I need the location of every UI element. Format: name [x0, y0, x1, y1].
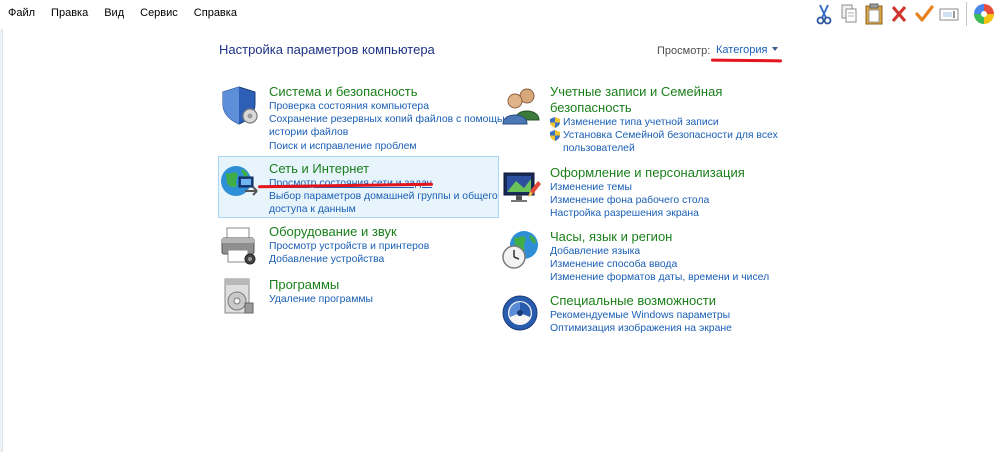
link-family-safety-cont[interactable]: пользователей	[550, 142, 778, 155]
network-globe-icon	[221, 166, 258, 196]
printer-icon	[221, 227, 256, 265]
category-text: Сеть и Интернет Просмотр состояния сети …	[269, 161, 498, 217]
users-icon	[502, 88, 540, 125]
extra-button[interactable]	[972, 2, 996, 26]
uac-shield-icon	[550, 130, 560, 142]
link-homegroup[interactable]: Выбор параметров домашней группы и общег…	[269, 190, 498, 203]
check-icon	[915, 5, 934, 22]
category-title-programs[interactable]: Программы	[269, 277, 373, 293]
red-annotation-underline	[710, 58, 783, 63]
menu-help[interactable]: Справка	[194, 7, 237, 19]
flower-icon	[974, 4, 994, 24]
link-change-theme[interactable]: Изменение темы	[550, 181, 745, 194]
scissors-icon	[816, 4, 832, 25]
menu-service[interactable]: Сервис	[140, 7, 178, 19]
category-text: Программы Удаление программы	[269, 277, 373, 306]
link-date-formats[interactable]: Изменение форматов даты, времени и чисел	[550, 271, 769, 284]
link-family-safety[interactable]: Установка Семейной безопасности для всех	[550, 129, 778, 142]
link-change-account-type[interactable]: Изменение типа учетной записи	[550, 116, 778, 129]
category-text: Часы, язык и регион Добавление языка Изм…	[550, 229, 769, 285]
link-change-account-type-text: Изменение типа учетной записи	[563, 117, 719, 128]
category-title-network[interactable]: Сеть и Интернет	[269, 161, 498, 177]
copy-icon	[841, 4, 857, 23]
view-dropdown[interactable]: Категория	[716, 44, 779, 56]
category-title-access[interactable]: Специальные возможности	[550, 293, 732, 309]
category-title-clock[interactable]: Часы, язык и регион	[550, 229, 769, 245]
page-title: Настройка параметров компьютера	[219, 42, 435, 57]
link-backup-files[interactable]: Сохранение резервных копий файлов с помо…	[269, 113, 510, 126]
menu-file[interactable]: Файл	[8, 7, 35, 19]
link-uninstall-program[interactable]: Удаление программы	[269, 293, 373, 306]
globe-clock-icon	[502, 231, 538, 269]
copy-button[interactable]	[837, 2, 861, 26]
rename-button[interactable]	[937, 2, 961, 26]
link-add-language[interactable]: Добавление языка	[550, 245, 769, 258]
uac-shield-icon	[550, 117, 560, 128]
monitor-personalize-icon	[503, 172, 541, 202]
category-text: Специальные возможности Рекомендуемые Wi…	[550, 293, 732, 335]
category-title-accounts[interactable]: Учетные записи и Семейная безопасность	[550, 84, 778, 116]
link-check-computer[interactable]: Проверка состояния компьютера	[269, 100, 510, 113]
link-recommended-settings[interactable]: Рекомендуемые Windows параметры	[550, 309, 732, 322]
link-family-safety-text: Установка Семейной безопасности для всех	[563, 130, 778, 142]
link-screen-resolution[interactable]: Настройка разрешения экрана	[550, 207, 745, 220]
view-label: Просмотр:	[657, 45, 711, 57]
category-text: Система и безопасность Проверка состояни…	[269, 84, 510, 153]
toolbar-separator	[966, 2, 967, 26]
category-text: Оборудование и звук Просмотр устройств и…	[269, 224, 429, 266]
category-title-accounts-line1: Учетные записи и Семейная	[550, 84, 723, 99]
chevron-down-icon	[772, 47, 779, 51]
link-homegroup-cont[interactable]: доступа к данным	[269, 203, 498, 216]
link-troubleshoot[interactable]: Поиск и исправление проблем	[269, 140, 510, 153]
menu-toolbar: Файл Правка Вид Сервис Справка	[0, 0, 1000, 29]
link-devices-printers[interactable]: Просмотр устройств и принтеров	[269, 240, 429, 253]
menu-view[interactable]: Вид	[104, 7, 124, 19]
cut-button[interactable]	[812, 2, 836, 26]
category-title-appearance[interactable]: Оформление и персонализация	[550, 165, 745, 181]
delete-button[interactable]	[887, 2, 911, 26]
link-input-method[interactable]: Изменение способа ввода	[550, 258, 769, 271]
category-title-system-security[interactable]: Система и безопасность	[269, 84, 510, 100]
toolbar	[811, 2, 996, 26]
programs-icon	[224, 278, 254, 314]
link-backup-files-cont[interactable]: истории файлов	[269, 126, 510, 139]
category-title-accounts-line2: безопасность	[550, 100, 632, 115]
view-value: Категория	[716, 44, 768, 56]
category-text: Оформление и персонализация Изменение те…	[550, 165, 745, 221]
menu-edit[interactable]: Правка	[51, 7, 88, 19]
link-optimize-display[interactable]: Оптимизация изображения на экране	[550, 322, 732, 335]
delete-icon	[891, 6, 907, 22]
shield-icon	[222, 86, 258, 125]
accessibility-icon	[502, 295, 538, 331]
apply-button[interactable]	[912, 2, 936, 26]
paste-icon	[865, 3, 883, 25]
category-text: Учетные записи и Семейная безопасность Из…	[550, 84, 778, 156]
link-change-wallpaper[interactable]: Изменение фона рабочего стола	[550, 194, 745, 207]
link-add-device[interactable]: Добавление устройства	[269, 253, 429, 266]
window-left-edge	[0, 29, 3, 452]
menu-bar: Файл Правка Вид Сервис Справка	[8, 7, 253, 19]
rename-icon	[939, 8, 959, 21]
category-title-hardware[interactable]: Оборудование и звук	[269, 224, 429, 240]
paste-button[interactable]	[862, 2, 886, 26]
